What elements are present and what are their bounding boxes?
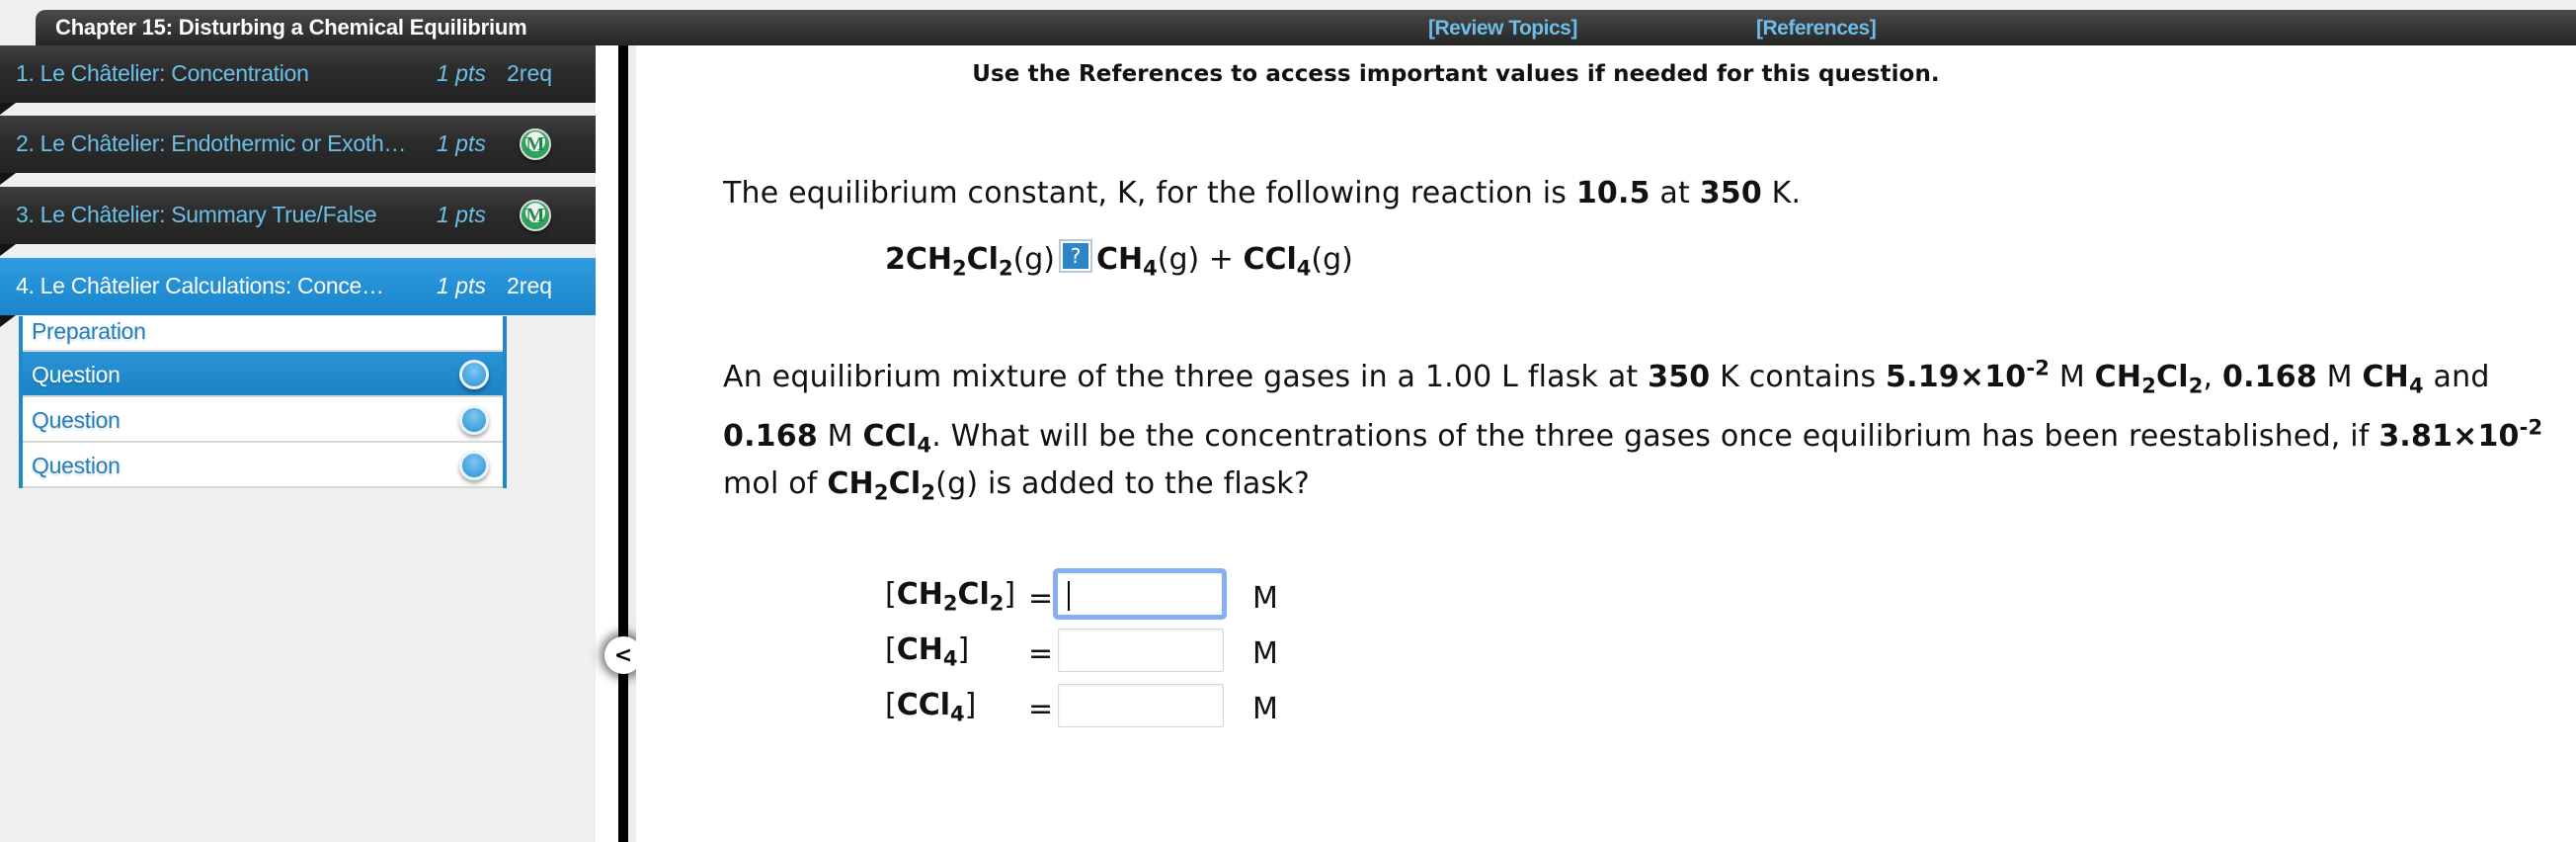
unit-label: M [1252, 692, 1278, 726]
ch4-concentration-input[interactable] [1058, 629, 1224, 672]
ccl4-concentration-input[interactable] [1058, 684, 1224, 727]
assignment-requirement: 2req [507, 273, 553, 298]
problem-text-line-1: An equilibrium mixture of the three gase… [723, 356, 2490, 398]
assignment-points: 1 pts [437, 273, 486, 298]
assignment-title: 4. Le Châtelier Calculations: Conce… [16, 273, 384, 298]
question-status-radio-icon[interactable] [459, 405, 489, 435]
equals-sign: = [1028, 581, 1054, 616]
panel-divider[interactable] [618, 45, 628, 842]
species-label-ch4: [CH4] [885, 632, 970, 671]
assignment-points: 1 pts [437, 202, 486, 227]
assignment-requirement: 2req [507, 60, 553, 86]
sub-item-label: Question [32, 407, 121, 433]
question-panel: Use the References to access important v… [636, 45, 2576, 842]
equals-sign: = [1028, 636, 1054, 671]
sub-item-question-3[interactable]: Question [23, 443, 503, 488]
assignment-item-2[interactable]: 2. Le Châtelier: Endothermic or Exoth… 1… [0, 116, 596, 185]
mastered-badge-icon: M [520, 128, 551, 160]
review-topics-link[interactable]: [Review Topics] [1428, 17, 1577, 41]
species-label-ch2cl2: [CH2Cl2] [885, 577, 1016, 616]
assignment-points: 1 pts [437, 60, 486, 86]
references-link[interactable]: [References] [1756, 17, 1877, 41]
species-label-ccl4: [CCl4] [885, 688, 977, 726]
panel-divider-edge [628, 45, 636, 842]
chapter-title: Chapter 15: Disturbing a Chemical Equili… [55, 15, 527, 40]
assignment-title: 3. Le Châtelier: Summary True/False [16, 202, 377, 227]
sidebar-gutter [596, 45, 618, 842]
equals-sign: = [1028, 692, 1054, 726]
reaction-equation: 2CH2Cl2(g)? CH4(g) + CCl4(g) [885, 239, 1353, 279]
unit-label: M [1252, 581, 1278, 616]
question-status-radio-icon[interactable] [459, 360, 489, 389]
sub-item-label: Preparation [32, 318, 146, 344]
sub-item-label: Question [32, 453, 121, 478]
problem-text-line-3: mol of CH2Cl2(g) is added to the flask? [723, 466, 1310, 505]
assignment-title: 1. Le Châtelier: Concentration [16, 60, 309, 86]
k-value: 10.5 [1575, 176, 1650, 210]
assignment-item-4-active[interactable]: 4. Le Châtelier Calculations: Conce… 1 p… [0, 258, 596, 327]
sub-item-label: Question [32, 362, 121, 387]
mastered-badge-icon: M [520, 200, 551, 231]
unit-label: M [1252, 636, 1278, 671]
references-note: Use the References to access important v… [972, 61, 1940, 87]
chapter-header-bar: Chapter 15: Disturbing a Chemical Equili… [36, 10, 2576, 45]
intro-text: The equilibrium constant, K, for the fol… [723, 176, 1802, 210]
assignment-sidebar: 1. Le Châtelier: Concentration 1 pts 2re… [0, 45, 596, 842]
temperature-value: 350 [1699, 176, 1762, 210]
assignment-item-3[interactable]: 3. Le Châtelier: Summary True/False 1 pt… [0, 187, 596, 256]
sub-item-question-2[interactable]: Question [23, 397, 503, 443]
assignment-points: 1 pts [437, 130, 486, 156]
text-caret [1068, 581, 1070, 611]
sub-item-preparation[interactable]: Preparation [23, 316, 503, 352]
problem-text-line-2: 0.168 M CCl4. What will be the concentra… [723, 415, 2543, 458]
equilibrium-arrow-missing-image-icon: ? [1059, 239, 1093, 273]
assignment-sublist: Preparation Question Question Question [19, 316, 507, 488]
sub-item-question-1-active[interactable]: Question [23, 352, 503, 397]
question-status-radio-icon[interactable] [459, 451, 489, 480]
assignment-item-1[interactable]: 1. Le Châtelier: Concentration 1 pts 2re… [0, 45, 596, 115]
assignment-title: 2. Le Châtelier: Endothermic or Exoth… [16, 130, 407, 156]
ch2cl2-concentration-input[interactable] [1053, 568, 1227, 620]
